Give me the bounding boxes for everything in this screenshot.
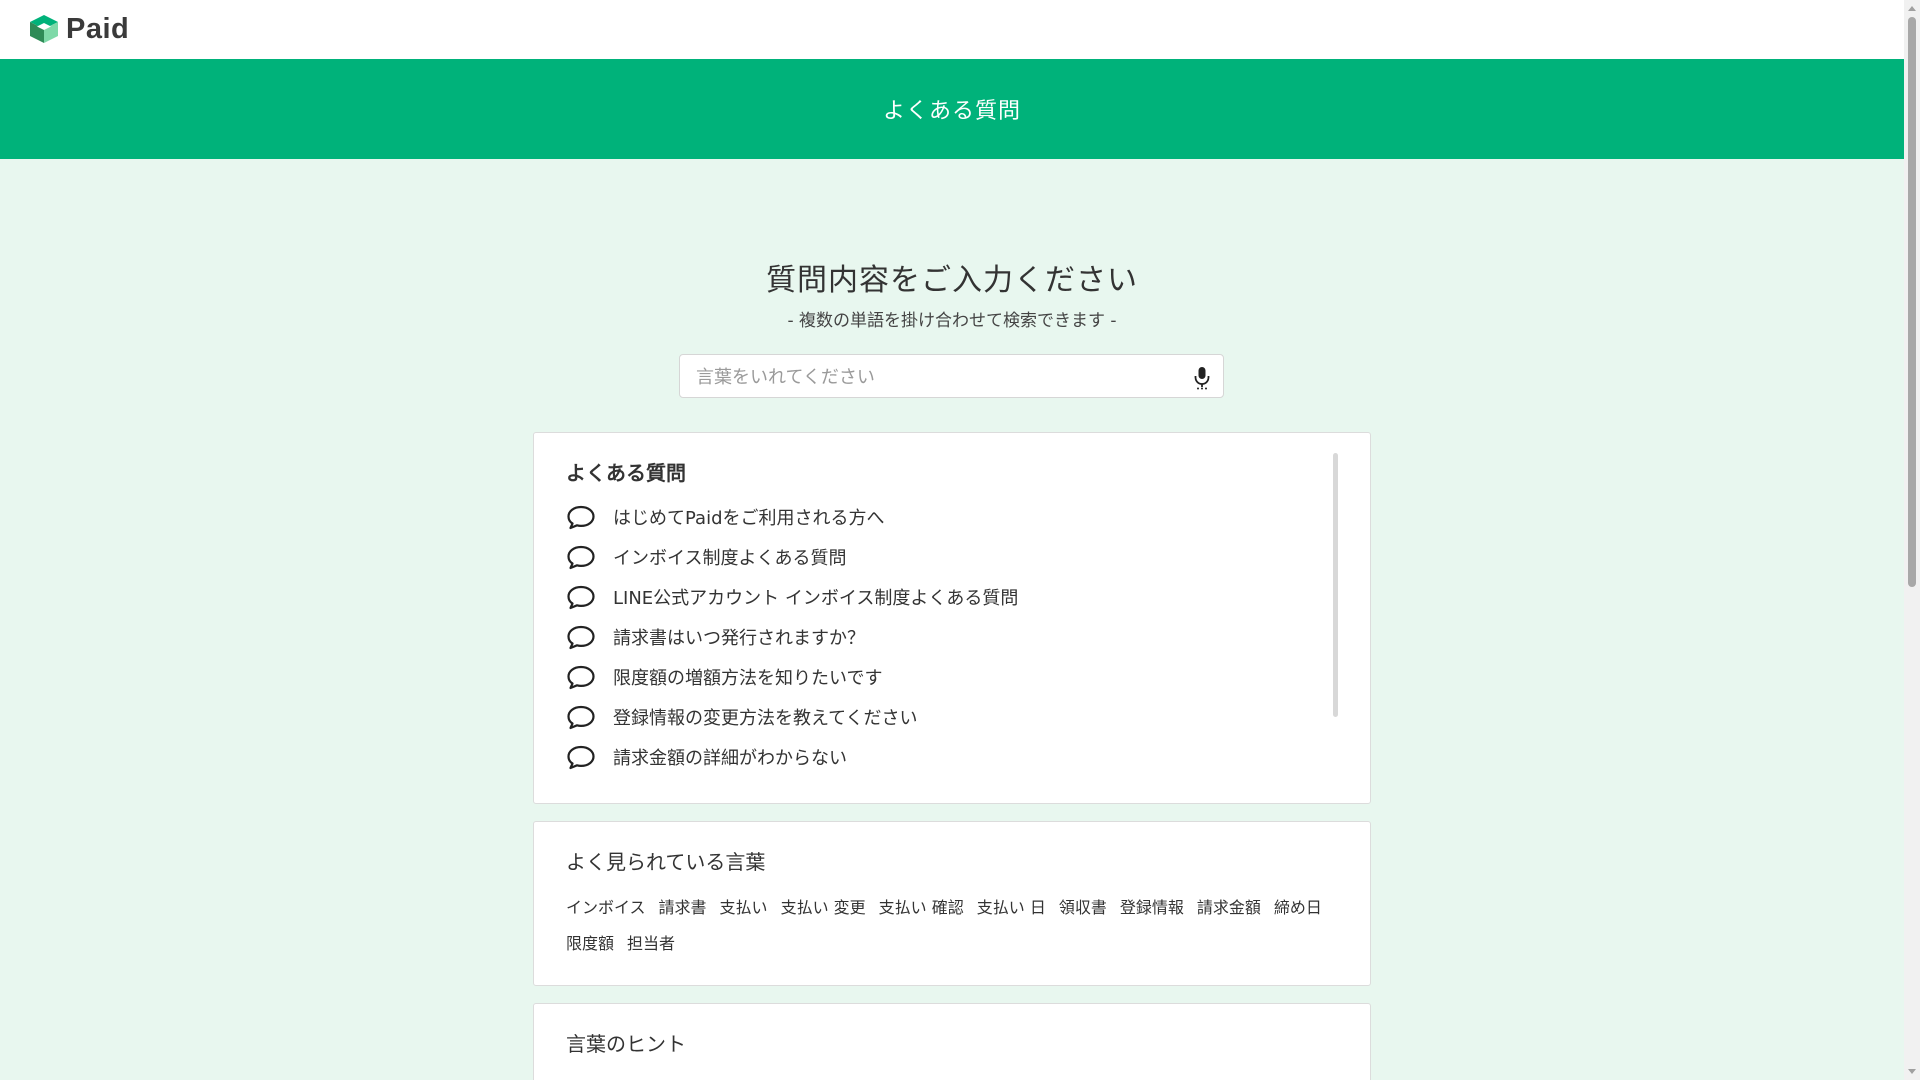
keyword-link[interactable]: 支払い 確認: [879, 894, 964, 922]
faq-item[interactable]: LINE公式アカウント インボイス制度よくある質問: [566, 577, 1018, 617]
faq-item-label: LINE公式アカウント インボイス制度よくある質問: [613, 588, 1019, 609]
keyword-link[interactable]: 限度額: [566, 930, 614, 958]
main-content: Paid よくある質問 質問内容をご入力ください - 複数の単語を掛け合わせて検…: [0, 0, 1904, 1080]
keyword-list: インボイス 請求書 支払い 支払い 変更 支払い 確認 支払い 日 領収書 登録…: [566, 894, 1356, 958]
faq-item-label: 請求書はいつ発行されますか？: [613, 628, 865, 649]
scroll-down-arrow-icon[interactable]: [1908, 1069, 1916, 1074]
logo-text: Paid: [66, 12, 130, 45]
faq-item[interactable]: 限度額の増額方法を知りたいです: [566, 657, 1018, 697]
page: Paid よくある質問 質問内容をご入力ください - 複数の単語を掛け合わせて検…: [0, 0, 1920, 1080]
faq-item-label: インボイス制度よくある質問: [613, 548, 847, 569]
keyword-link[interactable]: 支払い: [720, 894, 768, 922]
faq-item[interactable]: 登録情報の変更方法を教えてください: [566, 697, 1018, 737]
scrollbar-thumb[interactable]: [1908, 17, 1916, 587]
word-hints-heading: 言葉のヒント: [566, 1032, 686, 1056]
faq-item-label: 請求金額の詳細がわからない: [613, 748, 847, 769]
speech-bubble-icon: [567, 705, 595, 730]
faq-item-label: 登録情報の変更方法を教えてください: [613, 708, 918, 729]
top-bar: Paid: [0, 0, 1904, 59]
keyword-link[interactable]: 支払い 日: [977, 894, 1046, 922]
keyword-link[interactable]: 請求金額: [1197, 894, 1261, 922]
paid-logo[interactable]: Paid: [28, 12, 130, 45]
popular-words-card: よく見られている言葉 インボイス 請求書 支払い 支払い 変更 支払い 確認 支…: [533, 821, 1371, 986]
speech-bubble-icon: [567, 625, 595, 650]
keyword-link[interactable]: 締め日: [1274, 894, 1322, 922]
speech-bubble-icon: [567, 665, 595, 690]
speech-bubble-icon: [567, 505, 595, 530]
microphone-icon[interactable]: [1193, 366, 1211, 390]
faq-list: はじめてPaidをご利用される方へ インボイス制度よくある質問 LINE公式アカ…: [566, 497, 1018, 777]
search-box: [679, 354, 1224, 399]
keyword-link[interactable]: 領収書: [1059, 894, 1107, 922]
faq-item[interactable]: インボイス制度よくある質問: [566, 537, 1018, 577]
faq-card: よくある質問 はじめてPaidをご利用される方へ インボイス制度よくある質問 L…: [533, 432, 1371, 804]
faq-item[interactable]: 請求金額の詳細がわからない: [566, 737, 1018, 777]
scroll-up-arrow-icon[interactable]: [1908, 6, 1916, 11]
page-scrollbar[interactable]: [1904, 0, 1920, 1080]
faq-item-label: はじめてPaidをご利用される方へ: [613, 508, 885, 529]
faq-item[interactable]: はじめてPaidをご利用される方へ: [566, 497, 1018, 537]
faq-heading: よくある質問: [566, 461, 686, 485]
faq-scrollbar[interactable]: [1333, 453, 1338, 717]
speech-bubble-icon: [567, 545, 595, 570]
paid-logo-icon: [30, 15, 58, 43]
search-subtitle: - 複数の単語を掛け合わせて検索できます -: [787, 311, 1117, 331]
popular-words-heading: よく見られている言葉: [566, 850, 766, 874]
faq-item-label: 限度額の増額方法を知りたいです: [613, 668, 883, 689]
keyword-link[interactable]: 支払い 変更: [781, 894, 866, 922]
page-title: よくある質問: [882, 99, 1021, 124]
faq-item[interactable]: 請求書はいつ発行されますか？: [566, 617, 1018, 657]
word-hints-card: 言葉のヒント: [533, 1003, 1371, 1080]
search-input[interactable]: [694, 355, 1168, 399]
page-header: よくある質問: [0, 59, 1904, 159]
keyword-link[interactable]: 請求書: [659, 894, 707, 922]
keyword-link[interactable]: 担当者: [627, 930, 675, 958]
keyword-link[interactable]: 登録情報: [1120, 894, 1184, 922]
keyword-link[interactable]: インボイス: [566, 894, 646, 922]
speech-bubble-icon: [567, 585, 595, 610]
speech-bubble-icon: [567, 745, 595, 770]
search-title: 質問内容をご入力ください: [766, 263, 1138, 298]
